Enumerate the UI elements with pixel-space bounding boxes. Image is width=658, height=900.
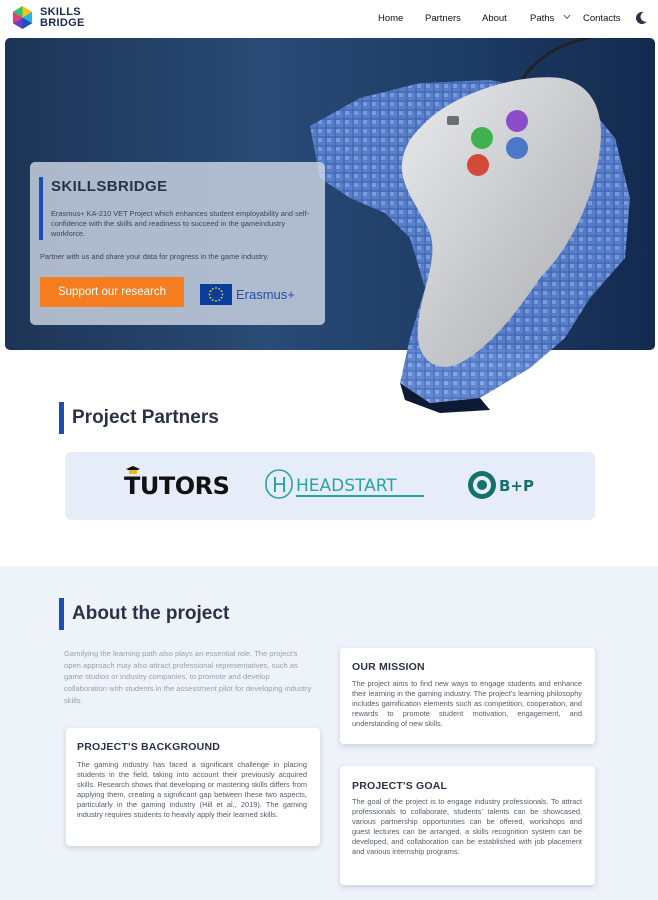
about-intro-text: Gamifying the learning path also plays a… xyxy=(64,649,312,705)
partner-name-bp: B+P xyxy=(499,477,534,495)
nav-partners[interactable]: Partners xyxy=(425,13,461,24)
erasmus-label: Erasmus+ xyxy=(236,287,295,302)
partners-title-bar xyxy=(59,402,64,434)
partner-logo-tutors[interactable]: TUTORS xyxy=(124,466,230,500)
hero-accent-bar xyxy=(39,177,43,240)
nav-paths[interactable]: Paths xyxy=(530,13,554,24)
nav-about[interactable]: About xyxy=(482,13,507,24)
goal-card-text: The goal of the project is to engage ind… xyxy=(352,797,582,857)
background-card-text: The gaming industry has faced a signific… xyxy=(77,760,307,820)
hero-partner-line: Partner with us and share your data for … xyxy=(40,252,269,261)
game-controller-illustration xyxy=(310,38,630,413)
mission-card-title: OUR MISSION xyxy=(352,661,425,673)
dark-mode-moon-icon[interactable] xyxy=(634,11,648,25)
graduation-cap-icon xyxy=(126,466,140,474)
about-title: About the project xyxy=(72,603,230,624)
nav-contacts[interactable]: Contacts xyxy=(583,13,621,24)
partner-logo-headstart[interactable]: H HEADSTART xyxy=(265,467,425,501)
background-card-title: PROJECT'S BACKGROUND xyxy=(77,741,221,753)
eu-flag-icon xyxy=(200,284,232,305)
erasmus-logo: Erasmus+ xyxy=(200,284,295,305)
partner-name-headstart: HEADSTART xyxy=(296,476,397,496)
top-nav: SKILLS BRIDGE Home Partners About Paths … xyxy=(0,0,658,38)
goal-card-title: PROJECT'S GOAL xyxy=(352,780,448,792)
hero-description: Erasmus+ KA-210 VET Project which enhanc… xyxy=(51,209,310,238)
support-research-button[interactable]: Support our research xyxy=(40,277,184,307)
chevron-down-icon[interactable] xyxy=(563,14,571,20)
partner-logo-bp[interactable]: B+P xyxy=(466,469,536,501)
about-title-bar xyxy=(59,598,64,630)
partners-title: Project Partners xyxy=(72,407,219,428)
mission-card-text: The project aims to find new ways to eng… xyxy=(352,679,582,729)
nav-home[interactable]: Home xyxy=(378,13,403,24)
hero-title: SKILLSBRIDGE xyxy=(51,178,168,195)
svg-text:H: H xyxy=(272,473,287,497)
